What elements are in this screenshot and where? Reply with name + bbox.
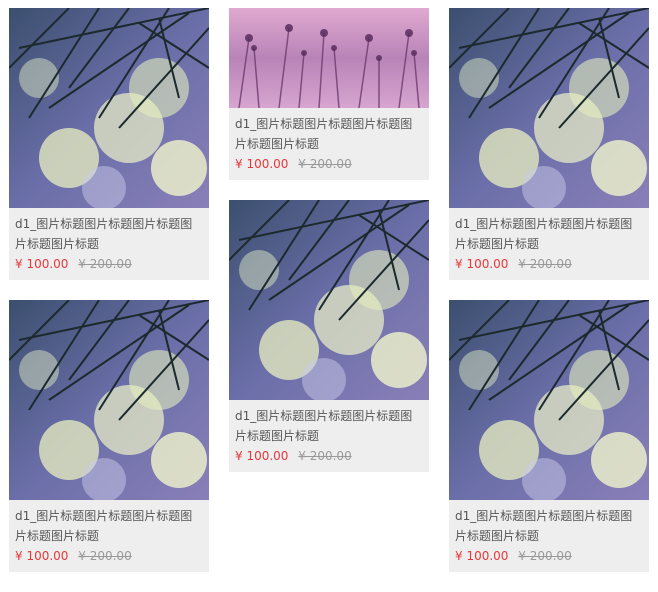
product-original-price: ¥ 200.00 [298,157,352,171]
product-original-price: ¥ 200.00 [518,549,572,563]
waterfall-column-1: d1_图片标题图片标题图片标题图片标题图片标题 ¥ 100.00 ¥ 200.0… [9,8,209,592]
product-card[interactable]: d1_图片标题图片标题图片标题图片标题图片标题 ¥ 100.00 ¥ 200.0… [9,300,209,572]
product-title[interactable]: d1_图片标题图片标题图片标题图片标题图片标题 [235,406,423,446]
product-original-price: ¥ 200.00 [78,257,132,271]
product-image-pine-droplets[interactable] [9,300,209,500]
product-original-price: ¥ 200.00 [518,257,572,271]
product-price: ¥ 100.00 [15,549,69,563]
product-card[interactable]: d1_图片标题图片标题图片标题图片标题图片标题 ¥ 100.00 ¥ 200.0… [229,200,429,472]
waterfall-column-2: d1_图片标题图片标题图片标题图片标题图片标题 ¥ 100.00 ¥ 200.0… [229,8,429,492]
product-image-pine-droplets[interactable] [449,300,649,500]
product-price: ¥ 100.00 [455,257,509,271]
product-card[interactable]: d1_图片标题图片标题图片标题图片标题图片标题 ¥ 100.00 ¥ 200.0… [449,300,649,572]
product-title[interactable]: d1_图片标题图片标题图片标题图片标题图片标题 [15,214,203,254]
product-title[interactable]: d1_图片标题图片标题图片标题图片标题图片标题 [15,506,203,546]
product-image-purple-flowers[interactable] [229,8,429,108]
product-original-price: ¥ 200.00 [298,449,352,463]
product-card[interactable]: d1_图片标题图片标题图片标题图片标题图片标题 ¥ 100.00 ¥ 200.0… [229,8,429,180]
product-price: ¥ 100.00 [235,157,289,171]
product-price: ¥ 100.00 [455,549,509,563]
product-title[interactable]: d1_图片标题图片标题图片标题图片标题图片标题 [235,114,423,154]
product-original-price: ¥ 200.00 [78,549,132,563]
product-image-pine-droplets[interactable] [449,8,649,208]
product-image-pine-droplets[interactable] [229,200,429,400]
product-title[interactable]: d1_图片标题图片标题图片标题图片标题图片标题 [455,506,643,546]
waterfall-column-3: d1_图片标题图片标题图片标题图片标题图片标题 ¥ 100.00 ¥ 200.0… [449,8,649,592]
product-price: ¥ 100.00 [235,449,289,463]
product-price: ¥ 100.00 [15,257,69,271]
product-card[interactable]: d1_图片标题图片标题图片标题图片标题图片标题 ¥ 100.00 ¥ 200.0… [9,8,209,280]
product-image-pine-droplets[interactable] [9,8,209,208]
product-title[interactable]: d1_图片标题图片标题图片标题图片标题图片标题 [455,214,643,254]
product-card[interactable]: d1_图片标题图片标题图片标题图片标题图片标题 ¥ 100.00 ¥ 200.0… [449,8,649,280]
